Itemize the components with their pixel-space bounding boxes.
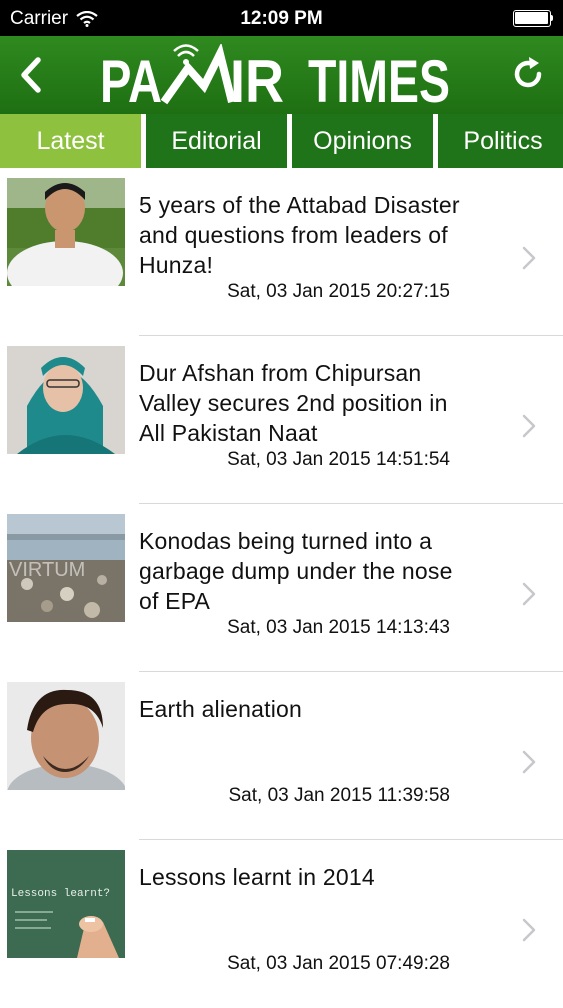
article-date: Sat, 03 Jan 2015 14:13:43 [227,617,450,638]
thumbnail-board-text: Lessons learnt? [11,888,110,900]
article-thumbnail [7,178,125,286]
chevron-right-icon [522,918,536,942]
article-list-item[interactable]: 5 years of the Attabad Disaster and ques… [0,168,563,336]
article-thumbnail [7,682,125,790]
article-date: Sat, 03 Jan 2015 14:51:54 [227,449,450,470]
status-bar: Carrier 12:09 PM [0,0,563,36]
article-date: Sat, 03 Jan 2015 20:27:15 [227,281,450,302]
article-list-item[interactable]: Dur Afshan from Chipursan Valley secures… [0,336,563,504]
chevron-right-icon [522,582,536,606]
article-title: 5 years of the Attabad Disaster and ques… [139,192,460,278]
tab-editorial[interactable]: Editorial [146,114,287,168]
svg-text:IR: IR [230,48,284,108]
tab-latest[interactable]: Latest [0,114,141,168]
article-thumbnail: Lessons learnt? [7,850,125,958]
article-title: Konodas being turned into a garbage dump… [139,528,453,614]
article-date: Sat, 03 Jan 2015 07:49:28 [227,953,450,974]
app-header: PA IR TIMES [0,36,563,114]
status-time: 12:09 PM [240,8,323,29]
article-title: Earth alienation [139,696,303,722]
article-thumbnail [7,346,125,454]
article-date: Sat, 03 Jan 2015 11:39:58 [228,785,451,806]
battery-icon [513,10,553,27]
chevron-right-icon [522,750,536,774]
pamir-times-logo: PA IR TIMES [100,44,450,108]
chevron-right-icon [522,246,536,270]
svg-text:TIMES: TIMES [308,48,450,108]
thumbnail-watermark: VIRTUM [9,559,85,581]
refresh-button[interactable] [509,54,549,94]
chevron-right-icon [522,414,536,438]
article-list-item[interactable]: Earth alienation Sat, 03 Jan 2015 11:39:… [0,672,563,840]
tab-politics[interactable]: Politics [438,114,563,168]
back-button[interactable] [10,50,54,100]
category-tabs: Latest Editorial Opinions Politics [0,114,563,168]
article-title: Lessons learnt in 2014 [139,864,375,890]
tab-opinions[interactable]: Opinions [292,114,433,168]
article-list-item[interactable]: VIRTUM Konodas being turned into a garba… [0,504,563,672]
article-thumbnail: VIRTUM [7,514,125,622]
article-list-item[interactable]: Lessons learnt? Lessons learnt in 2014 S… [0,840,563,1008]
article-title: Dur Afshan from Chipursan Valley secures… [139,360,448,446]
svg-text:PA: PA [100,48,162,108]
